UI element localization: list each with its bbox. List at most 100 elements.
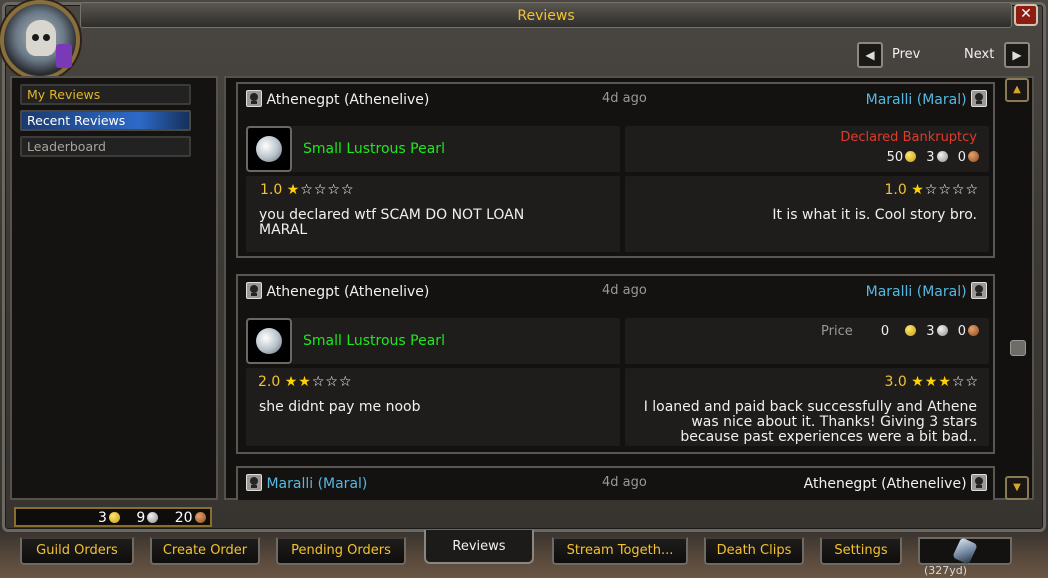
tab-create-order[interactable]: Create Order <box>150 537 260 565</box>
star-rating: ★☆☆☆☆ <box>287 182 355 198</box>
tab-settings[interactable]: Settings <box>820 537 902 565</box>
comment-line: It is what it is. Cool story bro. <box>772 207 977 223</box>
star-empty-icon: ☆ <box>327 182 341 198</box>
scroll-down-button[interactable]: ▼ <box>1005 476 1029 500</box>
rating-value: 1.0 <box>884 182 907 198</box>
chevron-down-icon: ▼ <box>1013 482 1021 493</box>
tab-death-clips[interactable]: Death Clips <box>704 537 804 565</box>
scrollbar-thumb[interactable] <box>1010 340 1026 356</box>
left-rating: 1.0 ★☆☆☆☆ <box>260 182 355 198</box>
review-target[interactable]: Maralli (Maral) <box>866 282 987 300</box>
skull-icon <box>971 90 987 107</box>
star-filled-icon: ★ <box>911 374 925 390</box>
loan-amount: 0 3 0 <box>881 324 979 339</box>
star-filled-icon: ★ <box>924 374 939 390</box>
star-empty-icon: ☆ <box>965 182 979 198</box>
left-comment: she didnt pay me noob <box>259 400 421 415</box>
prev-label: Prev <box>892 47 921 62</box>
pearl-icon[interactable] <box>246 318 292 364</box>
skull-icon <box>971 474 987 491</box>
pearl-icon[interactable] <box>246 126 292 172</box>
gold-coin-icon <box>108 512 120 523</box>
right-comment: It is what it is. Cool story bro. <box>772 208 977 223</box>
tab-extra[interactable] <box>918 537 1012 565</box>
comment-line: because past experiences were a bit bad.… <box>680 429 977 445</box>
tab-stream-together[interactable]: Stream Togeth... <box>552 537 688 565</box>
tab-guild-orders[interactable]: Guild Orders <box>20 537 134 565</box>
scroll-up-button[interactable]: ▲ <box>1005 78 1029 102</box>
scrollbar[interactable]: ▲ ▼ <box>1005 78 1031 500</box>
sidebar-item-recent-reviews[interactable]: Recent Reviews <box>20 110 191 131</box>
item-cell: Small Lustrous Pearl <box>246 318 620 364</box>
star-filled-icon: ★ <box>284 374 299 390</box>
next-page-button[interactable]: ▶ <box>1004 42 1030 68</box>
rating-value: 1.0 <box>260 182 283 198</box>
crystal-icon <box>952 537 978 565</box>
review-target[interactable]: Maralli (Maral) <box>866 90 987 108</box>
copper-coin-icon <box>968 151 979 162</box>
copper-amount: 20 <box>174 510 193 526</box>
review-time: 4d ago <box>602 283 647 298</box>
star-empty-icon: ☆ <box>311 374 326 390</box>
sidebar: My Reviews Recent Reviews Leaderboard <box>10 76 218 500</box>
author-name: Maralli (Maral) <box>266 476 368 492</box>
star-filled-icon: ★ <box>938 374 952 390</box>
silver-amount: 3 <box>926 324 935 339</box>
status-text: Declared Bankruptcy <box>840 130 977 145</box>
loan-status-cell: Price 0 3 0 <box>625 318 989 364</box>
star-filled-icon: ★ <box>911 182 925 198</box>
review-author[interactable]: Athenegpt (Athenelive) <box>246 282 429 300</box>
review-header: Athenegpt (Athenelive) 4d ago Maralli (M… <box>246 90 987 112</box>
tab-reviews[interactable]: Reviews <box>424 530 534 564</box>
price-label: Price <box>821 324 853 339</box>
silver-coin-icon <box>147 512 159 523</box>
main-window: Reviews ✕ ◀ Prev Next ▶ My Reviews Recen… <box>0 0 1048 578</box>
target-name: Maralli (Maral) <box>865 284 967 300</box>
skull-icon <box>246 474 262 491</box>
gold-amount: 0 <box>880 324 890 339</box>
copper-amount: 0 <box>957 324 966 339</box>
review-target[interactable]: Athenegpt (Athenelive) <box>804 474 987 492</box>
left-comment: you declared wtf SCAM DO NOT LOAN MARAL <box>259 208 524 238</box>
right-review-cell: 3.0 ★★★☆☆ I loaned and paid back success… <box>625 368 989 446</box>
item-name[interactable]: Small Lustrous Pearl <box>303 141 445 157</box>
review-time: 4d ago <box>602 475 647 490</box>
review-card: Maralli (Maral) 4d ago Athenegpt (Athene… <box>236 466 995 500</box>
right-comment: I loaned and paid back successfully and … <box>644 400 977 445</box>
review-card: Athenegpt (Athenelive) 4d ago Maralli (M… <box>236 82 995 258</box>
silver-amount: 9 <box>136 510 146 526</box>
right-rating: 1.0 ★☆☆☆☆ <box>884 182 979 198</box>
comment-line: was nice about it. Thanks! Giving 3 star… <box>691 414 977 430</box>
sidebar-item-leaderboard[interactable]: Leaderboard <box>20 136 191 157</box>
item-name[interactable]: Small Lustrous Pearl <box>303 333 445 349</box>
portrait-eye <box>32 34 39 41</box>
gold-coin-icon <box>905 151 917 162</box>
left-rating: 2.0 ★★☆☆☆ <box>258 374 353 390</box>
review-author[interactable]: Maralli (Maral) <box>246 474 367 492</box>
right-rating: 3.0 ★★★☆☆ <box>884 374 979 390</box>
copper-amount: 0 <box>957 150 966 165</box>
sidebar-item-my-reviews[interactable]: My Reviews <box>20 84 191 105</box>
chevron-right-icon: ▶ <box>1012 48 1022 62</box>
skull-icon <box>971 282 987 299</box>
chevron-up-icon: ▲ <box>1013 84 1021 95</box>
title-bar[interactable]: Reviews <box>80 2 1012 28</box>
comment-line: MARAL <box>259 222 308 238</box>
comment-line: you declared wtf SCAM DO NOT LOAN <box>259 207 525 223</box>
tab-pending-orders[interactable]: Pending Orders <box>276 537 406 565</box>
review-time: 4d ago <box>602 91 647 106</box>
review-author[interactable]: Athenegpt (Athenelive) <box>246 90 429 108</box>
left-review-cell: 2.0 ★★☆☆☆ she didnt pay me noob <box>246 368 620 446</box>
item-cell: Small Lustrous Pearl <box>246 126 620 172</box>
window-title: Reviews <box>517 8 575 24</box>
star-empty-icon: ☆ <box>325 374 339 390</box>
star-empty-icon: ☆ <box>951 374 966 390</box>
loan-amount: 50 3 0 <box>887 150 979 165</box>
target-name: Maralli (Maral) <box>865 92 967 108</box>
money-display: 3 9 20 <box>14 507 212 527</box>
prev-page-button[interactable]: ◀ <box>857 42 883 68</box>
addon-portrait <box>0 0 80 80</box>
close-button[interactable]: ✕ <box>1014 4 1038 26</box>
review-header: Athenegpt (Athenelive) 4d ago Maralli (M… <box>246 282 987 304</box>
star-filled-icon: ★ <box>286 182 301 198</box>
